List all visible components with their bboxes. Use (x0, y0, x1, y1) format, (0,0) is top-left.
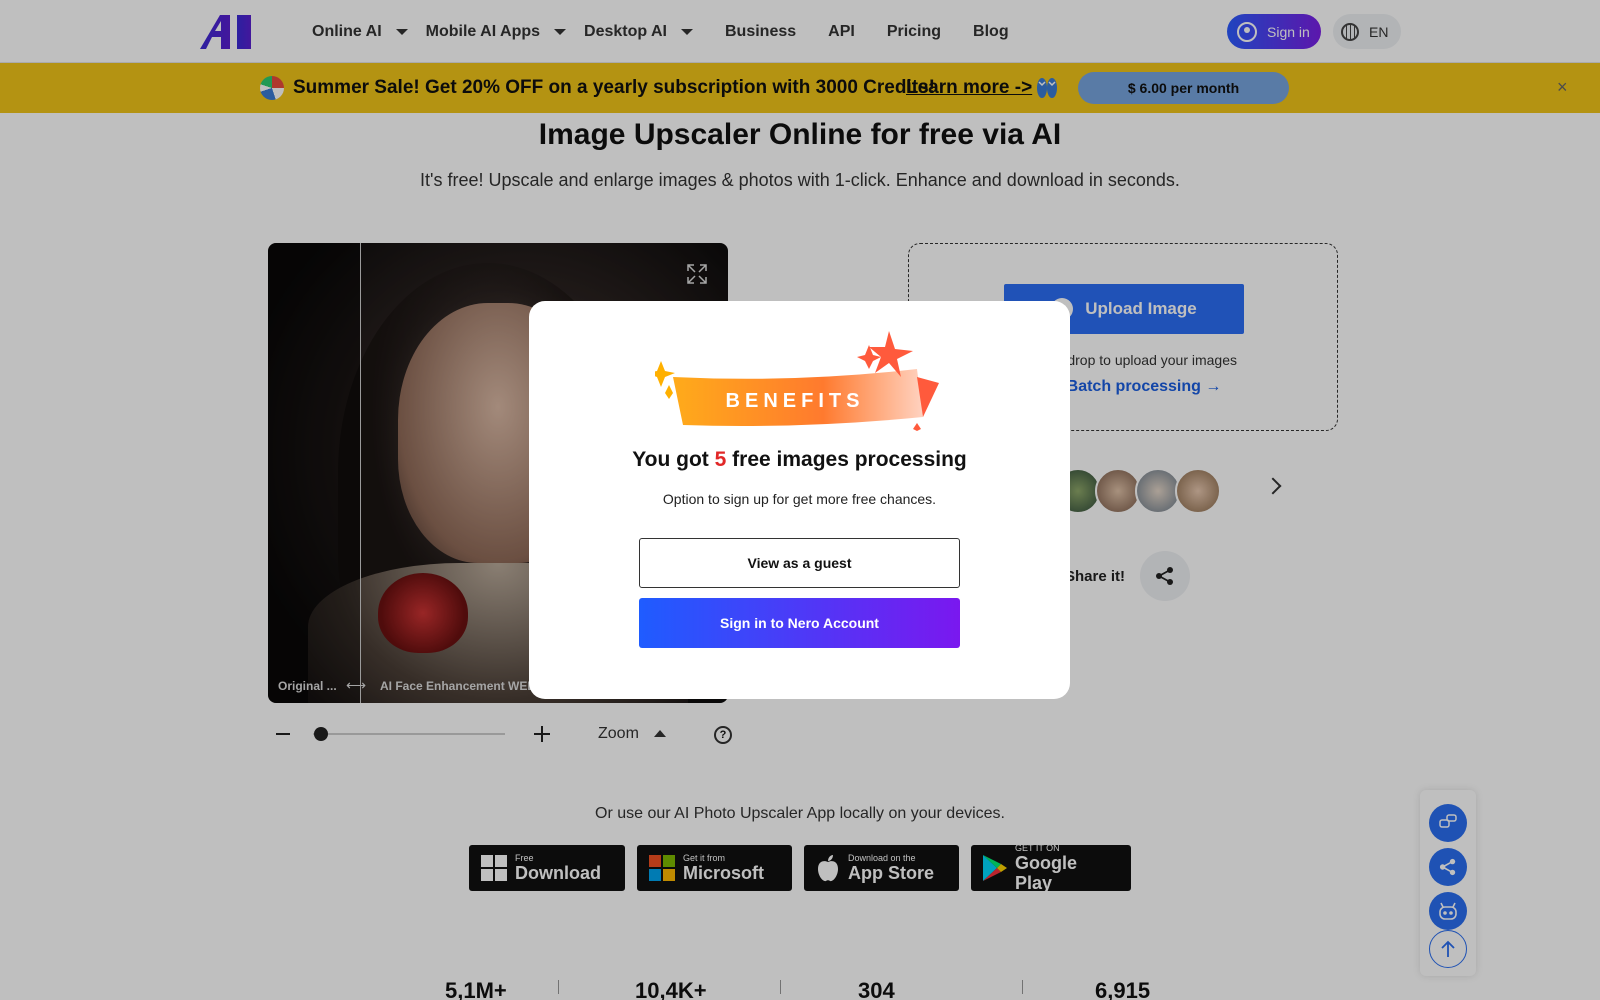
headline-suffix: free images processing (726, 448, 967, 471)
nero-sign-in-button[interactable]: Sign in to Nero Account (639, 598, 960, 648)
free-count: 5 (714, 448, 727, 471)
benefits-dialog: BENEFITS You got 5 free images processin… (529, 301, 1070, 699)
benefits-badge-text: BENEFITS (726, 390, 865, 412)
view-as-guest-button[interactable]: View as a guest (639, 538, 960, 588)
modal-subtext: Option to sign up for get more free chan… (662, 491, 937, 507)
headline-prefix: You got (632, 448, 715, 471)
modal-headline: You got 5 free images processing (529, 448, 1070, 472)
benefits-banner-graphic: BENEFITS (655, 331, 939, 431)
